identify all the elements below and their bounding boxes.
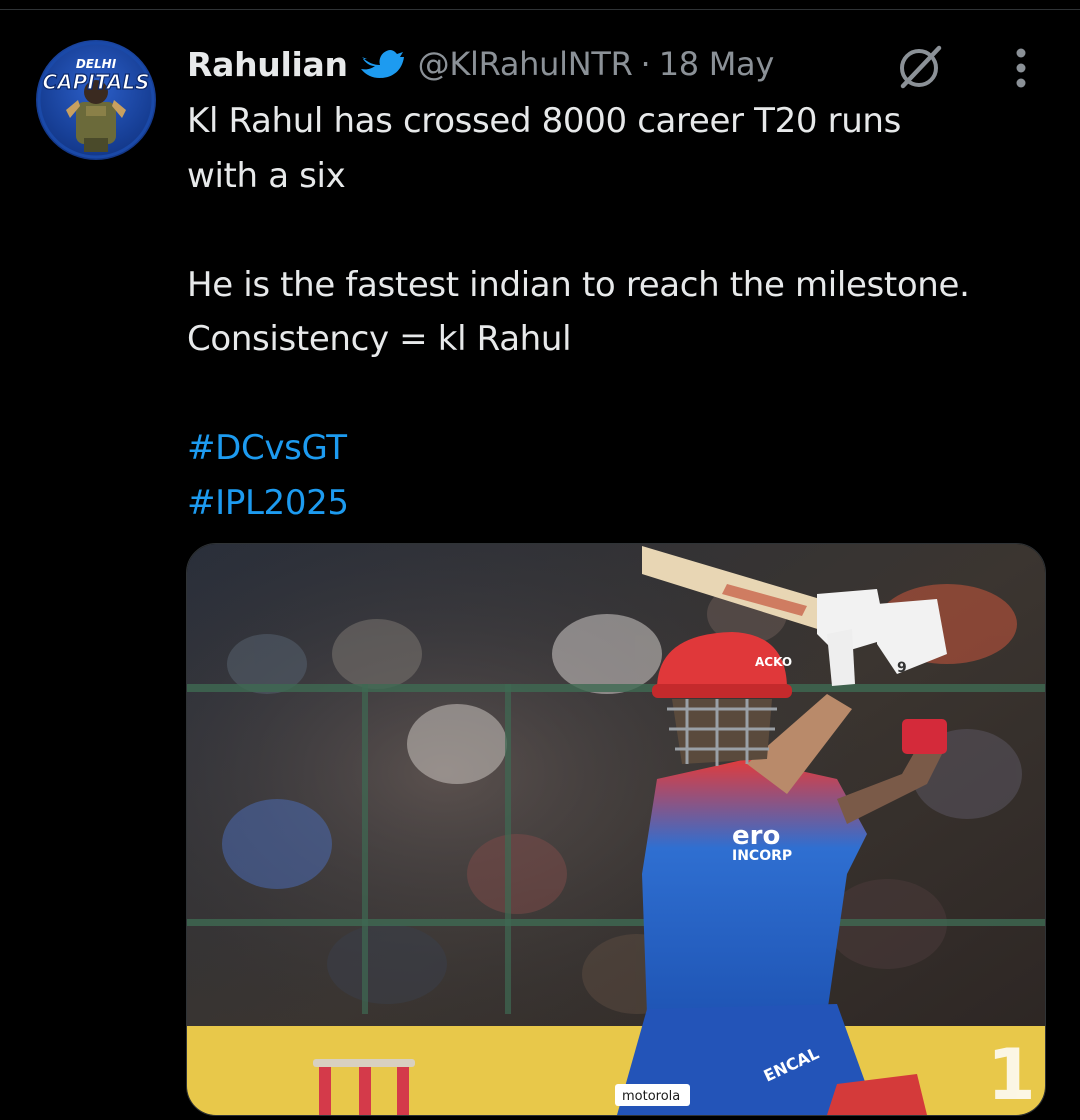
glove-mark: 9: [897, 660, 907, 676]
more-options-button[interactable]: [1003, 46, 1039, 90]
cricket-photo: 1 ACKO ero INCORP ENCAL 9 motorola: [187, 544, 1045, 1115]
bird-icon: [358, 47, 404, 81]
jersey-sponsor-line2: INCORP: [732, 848, 792, 864]
author-handle[interactable]: @KlRahulNTR: [418, 45, 633, 83]
tweet-text-line: Consistency = kl Rahul: [187, 319, 572, 359]
tweet-date[interactable]: 18 May: [659, 45, 775, 83]
avatar-text-bottom: CAPITALS: [43, 70, 150, 94]
grok-icon: [900, 45, 942, 89]
tweet-text-line: with a six: [187, 155, 346, 196]
top-divider: [0, 9, 1080, 10]
avatar-text-top: DELHI: [76, 57, 117, 71]
tweet-media-image[interactable]: 1 ACKO ero INCORP ENCAL 9 motorola: [186, 543, 1046, 1116]
jersey-sponsor-line1: ero: [732, 821, 780, 851]
avatar[interactable]: DELHI CAPITALS: [36, 40, 156, 160]
more-vertical-icon: [1016, 48, 1026, 88]
author-display-name[interactable]: Rahulian: [187, 45, 348, 84]
tweet-text: Kl Rahul has crossed 8000 career T20 run…: [187, 94, 1057, 530]
trouser-sponsor: motorola: [622, 1089, 680, 1104]
grok-button[interactable]: [895, 42, 945, 92]
tweet-text-line: Kl Rahul has crossed 8000 career T20 run…: [187, 101, 901, 141]
svg-text:1: 1: [987, 1034, 1036, 1115]
hashtag-link[interactable]: #IPL2025: [187, 483, 349, 523]
avatar-image: DELHI CAPITALS: [37, 41, 155, 159]
tweet-text-line: He is the fastest indian to reach the mi…: [187, 264, 970, 305]
separator-dot: ·: [640, 45, 651, 83]
hashtag-link[interactable]: #DCvsGT: [187, 428, 347, 468]
helmet-sponsor: ACKO: [755, 655, 792, 669]
